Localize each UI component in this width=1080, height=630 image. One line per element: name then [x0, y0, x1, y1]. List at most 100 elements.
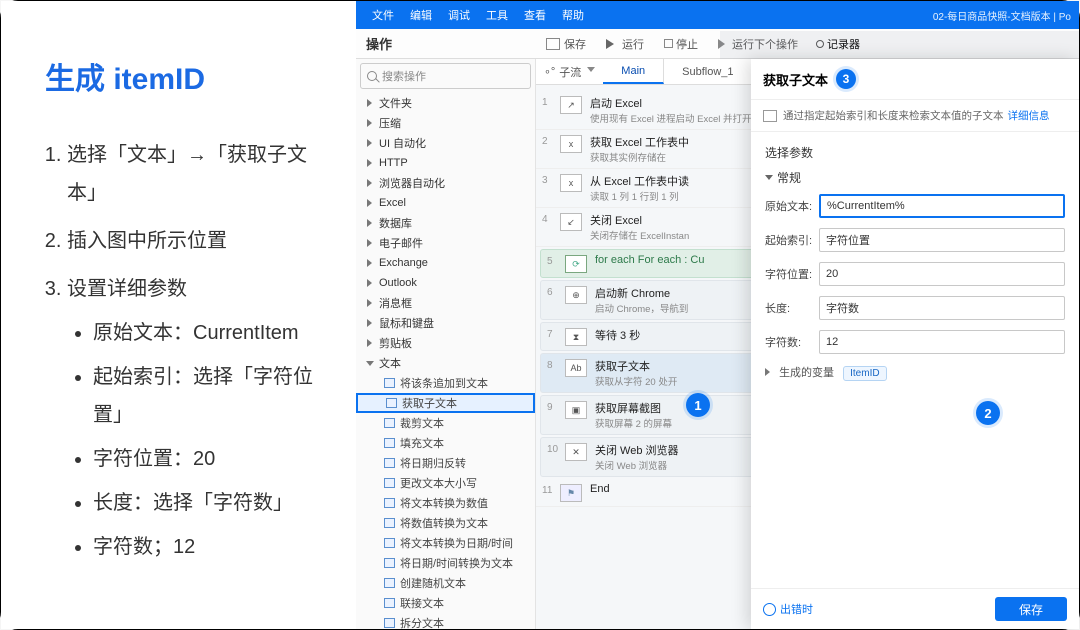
tree-node-text[interactable]: 文本: [356, 353, 535, 373]
start-index-select[interactable]: 字符位置: [819, 228, 1065, 252]
breadcrumb: 02-每日商品快照-文档版本 | Po: [933, 8, 1071, 23]
stop-button[interactable]: 停止: [654, 36, 708, 52]
tree-node[interactable]: 剪贴板: [356, 333, 535, 353]
action-icon: [384, 558, 395, 568]
chevron-down-icon: [587, 67, 595, 76]
tree-leaf[interactable]: 创建随机文本: [356, 573, 535, 593]
menu-view[interactable]: 查看: [516, 7, 554, 23]
step-icon: [718, 39, 730, 49]
tree-leaf[interactable]: 将日期/时间转换为文本: [356, 553, 535, 573]
action-icon: [384, 438, 395, 448]
param-item: 字符数；12: [93, 528, 322, 566]
step-item: 选择「文本」→「获取子文本」: [67, 136, 322, 212]
tree-node[interactable]: Exchange: [356, 253, 535, 273]
tree-node[interactable]: Outlook: [356, 273, 535, 293]
run-button[interactable]: 运行: [596, 36, 654, 52]
menu-help[interactable]: 帮助: [554, 7, 592, 23]
tree-leaf[interactable]: 更改文本大小写: [356, 473, 535, 493]
char-count-input[interactable]: 12: [819, 330, 1065, 354]
recorder-button[interactable]: 记录器: [816, 36, 860, 52]
action-icon: [384, 578, 395, 588]
tree-leaf[interactable]: 将日期归反转: [356, 453, 535, 473]
param-item: 长度：选择「字符数」: [93, 484, 322, 522]
menubar: 文件 编辑 调试 工具 查看 帮助 02-每日商品快照-文档版本 | Po: [356, 1, 1079, 29]
steps-list: 选择「文本」→「获取子文本」 插入图中所示位置 设置详细参数 原始文本：Curr…: [45, 136, 322, 566]
action-icon: [386, 398, 397, 408]
dialog-title: 获取子文本 3: [751, 59, 1079, 100]
excel-icon: ↗: [560, 96, 582, 114]
params-header: 选择参数: [765, 144, 1065, 161]
field-original: 原始文本: %CurrentItem%: [765, 194, 1065, 218]
flag-icon: ⚑: [560, 484, 582, 502]
tree-node[interactable]: UI 自动化: [356, 133, 535, 153]
action-icon: [384, 418, 395, 428]
tree-leaf[interactable]: 填充文本: [356, 433, 535, 453]
menu-edit[interactable]: 编辑: [402, 7, 440, 23]
tree-leaf[interactable]: 将数值转换为文本: [356, 513, 535, 533]
search-placeholder: 搜索操作: [382, 68, 426, 84]
action-icon: [384, 478, 395, 488]
tree-leaf-get-subtext[interactable]: 获取子文本: [356, 393, 535, 413]
record-icon: [816, 40, 824, 48]
menu-file[interactable]: 文件: [364, 7, 402, 23]
field-length: 长度: 字符数: [765, 296, 1065, 320]
dialog-footer: 出错时 保存: [751, 588, 1079, 629]
group-header[interactable]: 常规: [765, 169, 1065, 186]
tree-node[interactable]: 电子邮件: [356, 233, 535, 253]
tree-node[interactable]: 消息框: [356, 293, 535, 313]
page-title: 生成 itemID: [45, 51, 322, 108]
save-button[interactable]: 保存: [536, 36, 596, 52]
properties-dialog: 获取子文本 3 通过指定起始索引和长度来检索文本值的子文本 详细信息 选择参数 …: [751, 59, 1079, 629]
param-item: 原始文本：CurrentItem: [93, 314, 322, 352]
search-input[interactable]: 搜索操作: [360, 63, 531, 89]
action-icon: [384, 498, 395, 508]
tree-node[interactable]: 文件夹: [356, 93, 535, 113]
variable-tag: ItemID: [843, 366, 886, 381]
on-error-link[interactable]: 出错时: [763, 601, 813, 617]
tree-node[interactable]: Excel: [356, 193, 535, 213]
browser-icon: ✕: [565, 443, 587, 461]
char-pos-input[interactable]: 20: [819, 262, 1065, 286]
length-select[interactable]: 字符数: [819, 296, 1065, 320]
param-item: 起始索引：选择「字符位置」: [93, 358, 322, 434]
tree-leaf[interactable]: 裁剪文本: [356, 413, 535, 433]
info-icon: [763, 110, 777, 122]
tree-leaf[interactable]: 将文本转换为数值: [356, 493, 535, 513]
dialog-desc: 通过指定起始索引和长度来检索文本值的子文本 详细信息: [751, 100, 1079, 132]
tree-leaf[interactable]: 将文本转换为日期/时间: [356, 533, 535, 553]
tab-main[interactable]: Main: [603, 59, 664, 84]
tree-leaf[interactable]: 联接文本: [356, 593, 535, 613]
action-icon: [384, 598, 395, 608]
screenshot-icon: ▣: [565, 401, 587, 419]
action-icon: [384, 518, 395, 528]
generated-var[interactable]: 生成的变量 ItemID: [765, 364, 1065, 381]
tree-node[interactable]: 鼠标和键盘: [356, 313, 535, 333]
param-list: 原始文本：CurrentItem 起始索引：选择「字符位置」 字符位置：20 长…: [67, 314, 322, 566]
tree-leaf[interactable]: 拆分文本: [356, 613, 535, 629]
save-button[interactable]: 保存: [995, 597, 1067, 621]
save-icon: [546, 38, 560, 50]
menu-tools[interactable]: 工具: [478, 7, 516, 23]
original-text-input[interactable]: %CurrentItem%: [819, 194, 1065, 218]
field-char-pos: 字符位置: 20: [765, 262, 1065, 286]
tree-node[interactable]: HTTP: [356, 153, 535, 173]
action-icon: [384, 618, 395, 628]
action-tree: 文件夹 压缩 UI 自动化 HTTP 浏览器自动化 Excel 数据库 电子邮件…: [356, 93, 535, 629]
action-icon: [384, 458, 395, 468]
more-link[interactable]: 详细信息: [1008, 108, 1050, 123]
tree-node[interactable]: 浏览器自动化: [356, 173, 535, 193]
excel-icon: x: [560, 174, 582, 192]
play-icon: [606, 39, 619, 49]
tree-leaf[interactable]: 将该条追加到文本: [356, 373, 535, 393]
param-item: 字符位置：20: [93, 440, 322, 478]
tab-subflow1[interactable]: Subflow_1: [664, 59, 752, 84]
run-next-button[interactable]: 运行下个操作: [708, 36, 808, 52]
step-item: 设置详细参数 原始文本：CurrentItem 起始索引：选择「字符位置」 字符…: [67, 270, 322, 566]
action-icon: [384, 538, 395, 548]
app-screenshot: 文件 编辑 调试 工具 查看 帮助 02-每日商品快照-文档版本 | Po 操作…: [356, 1, 1079, 629]
tree-node[interactable]: 数据库: [356, 213, 535, 233]
subflow-dropdown[interactable]: ∘°子流: [536, 64, 603, 80]
chrome-icon: ⊕: [565, 286, 587, 304]
tree-node[interactable]: 压缩: [356, 113, 535, 133]
menu-debug[interactable]: 调试: [440, 7, 478, 23]
